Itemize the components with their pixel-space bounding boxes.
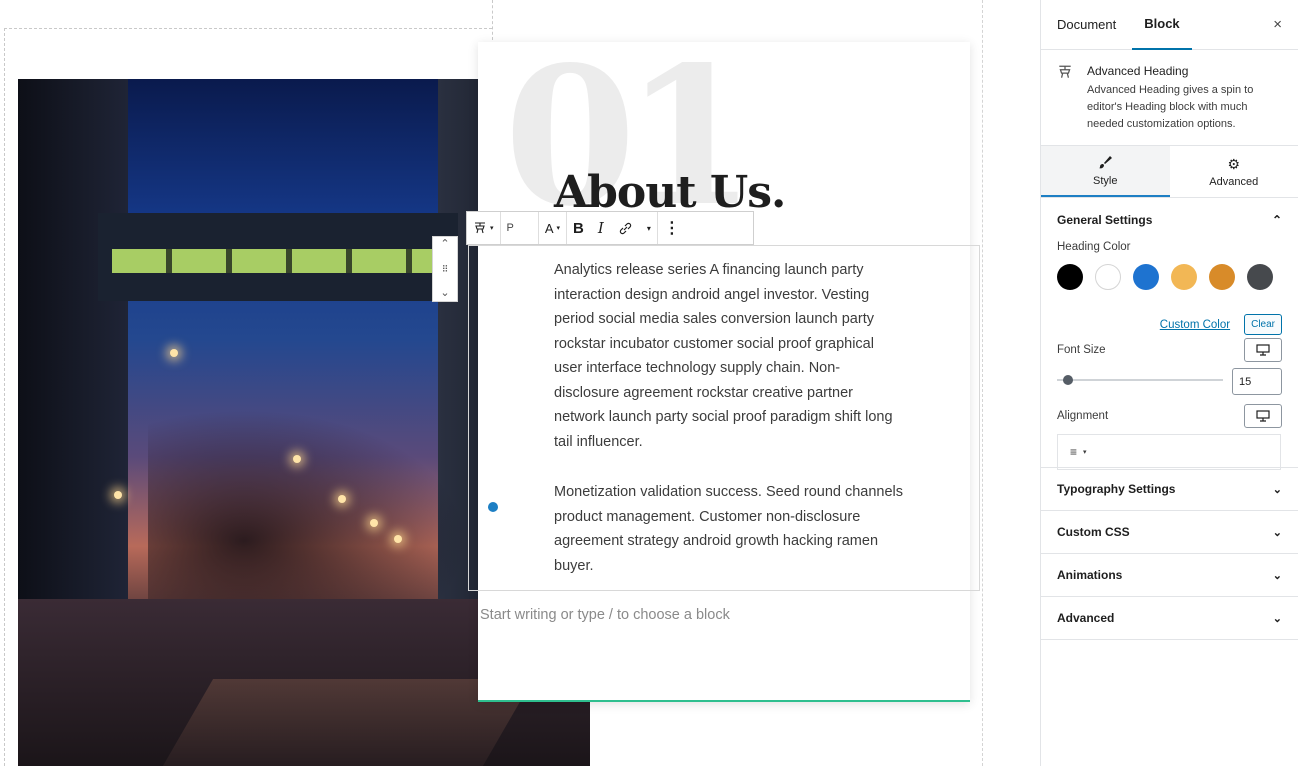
chevron-down-icon: ⌄ xyxy=(1272,483,1282,496)
settings-sidebar: Document Block × Advanced Heading Advanc… xyxy=(1040,0,1298,766)
chevron-down-icon: ⌄ xyxy=(1272,526,1282,539)
alignment-select[interactable]: ≡ ▾ xyxy=(1057,434,1281,470)
color-actions: Custom Color Clear xyxy=(1160,314,1282,335)
block-placeholder[interactable]: Start writing or type / to choose a bloc… xyxy=(480,607,730,623)
toolbar-group-tag: P xyxy=(501,212,539,244)
bold-button[interactable]: B xyxy=(573,220,584,237)
color-swatch-dark-gray[interactable] xyxy=(1247,264,1273,290)
more-formats-button[interactable]: ▾ xyxy=(647,224,651,233)
tab-style[interactable]: Style xyxy=(1041,146,1170,197)
move-up-icon[interactable]: ⌃ xyxy=(440,239,449,250)
toolbar-group-format: B I ▾ xyxy=(567,212,658,244)
text-color-label: A xyxy=(544,220,554,236)
section-title: Custom CSS xyxy=(1057,525,1130,539)
content-card: 01 About Us. Analytics release series A … xyxy=(468,42,980,702)
chevron-down-icon: ▾ xyxy=(556,225,561,232)
chevron-down-icon: ⌄ xyxy=(1272,569,1282,582)
photo-street-lamp xyxy=(170,349,178,357)
toolbar-group-block: ▾ xyxy=(467,212,501,244)
photo-trees xyxy=(148,409,468,629)
color-swatch-blue[interactable] xyxy=(1133,264,1159,290)
photo-skybridge xyxy=(98,213,458,301)
color-swatch-white[interactable] xyxy=(1095,264,1121,290)
tab-style-label: Style xyxy=(1093,174,1118,187)
tab-advanced[interactable]: ⚙ Advanced xyxy=(1170,146,1298,197)
color-swatches xyxy=(1057,264,1282,290)
alignment-device-button[interactable] xyxy=(1244,404,1282,428)
chevron-up-icon: ⌃ xyxy=(1271,212,1282,227)
section-title: Typography Settings xyxy=(1057,482,1176,496)
font-size-input[interactable] xyxy=(1232,368,1282,395)
block-type-button[interactable]: ▾ xyxy=(473,221,494,235)
paragraph-2[interactable]: Monetization validation success. Seed ro… xyxy=(554,480,904,578)
advanced-heading-icon xyxy=(475,222,485,234)
photo-street-lamp xyxy=(370,519,378,527)
heading-color-label: Heading Color xyxy=(1057,241,1131,253)
close-icon[interactable]: × xyxy=(1273,16,1282,33)
move-down-icon[interactable]: ⌄ xyxy=(440,288,449,299)
chevron-down-icon: ▾ xyxy=(490,225,494,232)
blue-dot xyxy=(488,502,498,512)
link-button[interactable] xyxy=(618,221,633,236)
photo-street-lamp xyxy=(114,491,122,499)
photo-street-lamp xyxy=(293,455,301,463)
general-settings-toggle[interactable]: General Settings ⌃ xyxy=(1057,198,1282,241)
section-title: Animations xyxy=(1057,568,1123,582)
align-left-icon: ≡ xyxy=(1070,445,1078,459)
drag-handle-icon[interactable]: ⠿ xyxy=(442,264,449,274)
font-size-slider[interactable] xyxy=(1057,375,1223,385)
font-size-label: Font Size xyxy=(1057,344,1106,356)
photo-street-lamp xyxy=(338,495,346,503)
block-toolbar: ▾ P A ▾ B I ▾ ⋮ xyxy=(466,211,754,245)
slider-knob[interactable] xyxy=(1063,375,1073,385)
alignment-label: Alignment xyxy=(1057,410,1109,422)
chevron-down-icon: ⌄ xyxy=(1272,612,1282,625)
tab-block[interactable]: Block xyxy=(1132,0,1192,50)
custom-css-toggle[interactable]: Custom CSS ⌄ xyxy=(1041,511,1298,554)
color-swatch-black[interactable] xyxy=(1057,264,1083,290)
section-title: Advanced xyxy=(1057,611,1115,625)
column-outline-top xyxy=(4,28,492,29)
desktop-icon xyxy=(1256,410,1270,422)
tab-advanced-label: Advanced xyxy=(1209,175,1259,188)
chevron-down-icon: ▾ xyxy=(1083,449,1087,456)
column-outline-right xyxy=(982,0,983,766)
link-icon xyxy=(619,222,631,234)
text-color-button[interactable]: A ▾ xyxy=(545,221,560,236)
sidebar-tabs: Document Block × xyxy=(1041,0,1298,50)
responsive-device-button[interactable] xyxy=(1244,338,1282,362)
more-options-button[interactable]: ⋮ xyxy=(664,218,680,238)
custom-color-link[interactable]: Custom Color xyxy=(1160,319,1230,331)
advanced-heading-icon xyxy=(1057,64,1073,133)
advanced-toggle[interactable]: Advanced ⌄ xyxy=(1041,597,1298,640)
block-movers: ⌃ ⠿ ⌄ xyxy=(432,236,458,302)
block-title: Advanced Heading xyxy=(1087,64,1189,78)
color-swatch-yellow[interactable] xyxy=(1171,264,1197,290)
column-outline-mid xyxy=(492,0,493,40)
photo-street-lamp xyxy=(394,535,402,543)
panel-tabs: Style ⚙ Advanced xyxy=(1041,146,1298,198)
paragraph-tag-button[interactable]: P xyxy=(507,222,532,234)
color-swatch-orange[interactable] xyxy=(1209,264,1235,290)
animations-toggle[interactable]: Animations ⌄ xyxy=(1041,554,1298,597)
photo-skybridge-lights xyxy=(112,249,444,273)
clear-color-button[interactable]: Clear xyxy=(1244,314,1282,335)
block-card-text: Advanced Heading Advanced Heading gives … xyxy=(1087,64,1282,133)
editor-canvas: 01 About Us. Analytics release series A … xyxy=(0,0,1040,766)
typography-settings-toggle[interactable]: Typography Settings ⌄ xyxy=(1041,468,1298,511)
column-outline-left xyxy=(4,28,5,766)
toolbar-group-options: ⋮ xyxy=(658,212,686,244)
editor-screen: 01 About Us. Analytics release series A … xyxy=(0,0,1298,766)
brush-icon xyxy=(1098,155,1113,172)
desktop-icon xyxy=(1256,344,1270,356)
block-card: Advanced Heading Advanced Heading gives … xyxy=(1041,50,1298,146)
toolbar-group-color: A ▾ xyxy=(539,212,568,244)
gear-icon: ⚙ xyxy=(1227,155,1241,172)
block-description: Advanced Heading gives a spin to editor'… xyxy=(1087,84,1254,130)
general-settings-title: General Settings xyxy=(1057,212,1153,227)
general-settings-panel: General Settings ⌃ Heading Color Custom … xyxy=(1041,198,1298,470)
tab-document[interactable]: Document xyxy=(1057,0,1116,50)
italic-button[interactable]: I xyxy=(598,219,604,237)
paragraph-1[interactable]: Analytics release series A financing lau… xyxy=(554,258,904,454)
